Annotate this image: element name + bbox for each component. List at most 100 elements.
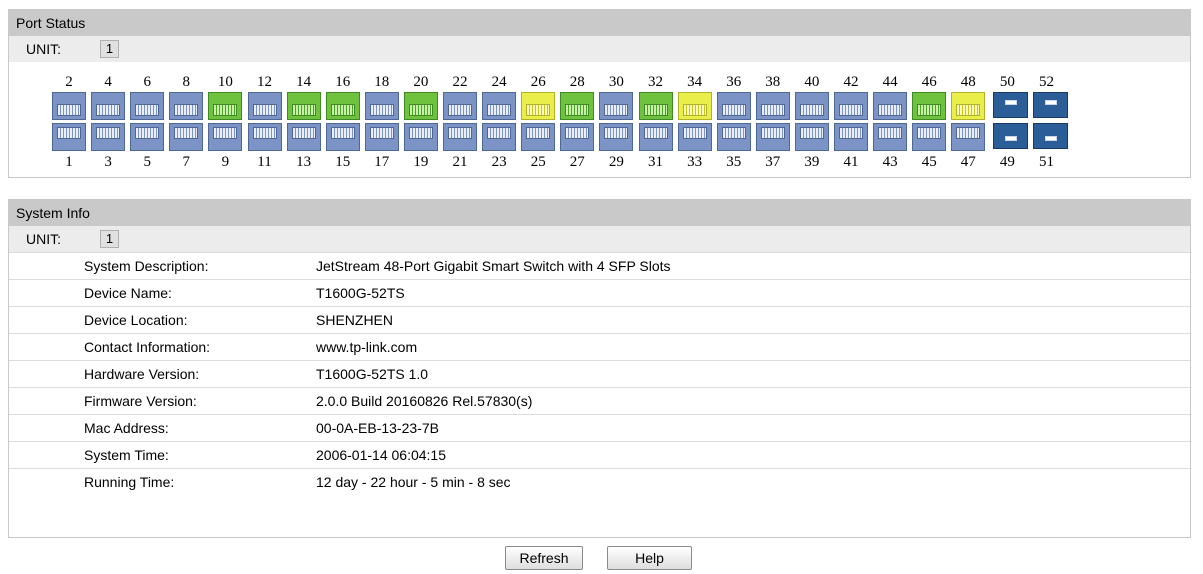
port-status-title: Port Status (9, 10, 1190, 36)
info-label: Running Time: (84, 474, 175, 490)
ethernet-port-23[interactable] (482, 123, 517, 151)
port-number-label: 26 (530, 74, 546, 90)
ethernet-port-18[interactable] (364, 92, 399, 120)
ethernet-port-38[interactable] (755, 92, 790, 120)
ethernet-port-41[interactable] (834, 123, 868, 151)
ethernet-port-15[interactable] (325, 123, 360, 151)
sfp-port-51[interactable] (1032, 123, 1068, 149)
ethernet-port-8[interactable] (169, 92, 204, 120)
rj45-jack-icon (956, 127, 981, 139)
port-number-label: 50 (999, 74, 1015, 90)
port-number-label: 7 (182, 154, 191, 170)
ethernet-port-4[interactable] (91, 92, 126, 120)
port-status-panel: Port Status UNIT: 1 2 4 6 8 10 12 14 16 18 20 22 24… (8, 9, 1191, 178)
info-value: 2.0.0 Build 20160826 Rel.57830(s) (316, 393, 533, 409)
ethernet-port-30[interactable] (599, 92, 634, 120)
rj45-jack-icon (721, 127, 746, 139)
port-number-label: 47 (960, 154, 976, 170)
ethernet-port-36[interactable] (716, 92, 751, 120)
rj45-jack-icon (135, 127, 160, 139)
ethernet-port-39[interactable] (794, 123, 829, 151)
rj45-jack-icon (682, 127, 707, 139)
system-info-panel: System Info UNIT: 1 System Description: J… (8, 199, 1191, 538)
port-number-label: 20 (413, 74, 429, 90)
info-label: Contact Information: (84, 339, 211, 355)
sfp-port-50[interactable] (993, 92, 1029, 118)
ethernet-port-14[interactable] (286, 92, 321, 120)
refresh-button[interactable]: Refresh (505, 546, 583, 570)
unit-select-button[interactable]: 1 (100, 40, 119, 58)
rj45-jack-icon (330, 127, 355, 139)
ethernet-port-5[interactable] (130, 123, 165, 151)
ethernet-port-6[interactable] (130, 92, 165, 120)
rj45-jack-icon (291, 104, 316, 116)
rj45-jack-icon (604, 104, 629, 116)
ethernet-port-1[interactable] (52, 123, 86, 151)
ethernet-port-43[interactable] (873, 123, 908, 151)
ethernet-port-35[interactable] (716, 123, 751, 151)
ethernet-port-24[interactable] (482, 92, 517, 120)
system-info-table: System Description: JetStream 48-Port Gig… (9, 252, 1190, 495)
info-row: Running Time: 12 day - 22 hour - 5 min - … (9, 468, 1190, 495)
ethernet-port-2[interactable] (52, 92, 86, 120)
help-button[interactable]: Help (607, 546, 692, 570)
ethernet-port-3[interactable] (91, 123, 126, 151)
ethernet-port-42[interactable] (834, 92, 868, 120)
rj45-jack-icon (96, 127, 121, 139)
sfp-port-49[interactable] (993, 123, 1029, 149)
ethernet-port-31[interactable] (638, 123, 673, 151)
ethernet-port-19[interactable] (403, 123, 438, 151)
rj45-jack-icon (448, 127, 472, 139)
port-number-label: 49 (999, 154, 1015, 170)
port-number-label: 24 (491, 74, 507, 90)
ethernet-port-29[interactable] (599, 123, 634, 151)
rj45-jack-icon (487, 104, 512, 116)
ethernet-port-47[interactable] (951, 123, 986, 151)
rj45-jack-icon (487, 127, 512, 139)
rj45-jack-icon (135, 104, 160, 116)
ethernet-port-48[interactable] (951, 92, 986, 120)
ethernet-port-44[interactable] (873, 92, 908, 120)
ethernet-port-32[interactable] (638, 92, 673, 120)
port-number-label: 46 (921, 74, 937, 90)
rj45-jack-icon (878, 127, 903, 139)
sfp-port-52[interactable] (1032, 92, 1068, 118)
rj45-jack-icon (878, 104, 903, 116)
port-number-label: 31 (648, 154, 663, 170)
ethernet-port-10[interactable] (208, 92, 243, 120)
ethernet-port-16[interactable] (325, 92, 360, 120)
rj45-jack-icon (526, 127, 551, 139)
ethernet-port-9[interactable] (208, 123, 243, 151)
unit-select-button[interactable]: 1 (100, 230, 119, 248)
rj45-jack-icon (956, 104, 981, 116)
ethernet-port-28[interactable] (560, 92, 595, 120)
rj45-jack-icon (252, 127, 277, 139)
ethernet-port-22[interactable] (443, 92, 477, 120)
ethernet-port-13[interactable] (286, 123, 321, 151)
ethernet-port-33[interactable] (677, 123, 712, 151)
ethernet-port-7[interactable] (169, 123, 204, 151)
port-number-label: 30 (608, 74, 624, 90)
ethernet-port-11[interactable] (247, 123, 282, 151)
port-status-unit-row: UNIT: 1 (9, 36, 1190, 62)
ethernet-port-12[interactable] (247, 92, 282, 120)
ethernet-port-37[interactable] (755, 123, 790, 151)
ethernet-port-17[interactable] (364, 123, 399, 151)
info-label: Device Location: (84, 312, 188, 328)
ethernet-port-21[interactable] (443, 123, 477, 151)
ethernet-port-40[interactable] (794, 92, 829, 120)
port-number-label: 48 (960, 74, 976, 90)
ethernet-port-27[interactable] (560, 123, 595, 151)
info-row: Contact Information: www.tp-link.com (9, 333, 1190, 360)
rj45-jack-icon (213, 104, 238, 116)
ethernet-port-26[interactable] (521, 92, 556, 120)
ethernet-port-25[interactable] (521, 123, 556, 151)
ethernet-port-34[interactable] (677, 92, 712, 120)
info-row: Device Location: SHENZHEN (9, 306, 1190, 333)
ethernet-port-20[interactable] (403, 92, 438, 120)
port-number-label: 21 (452, 154, 468, 170)
rj45-jack-icon (839, 127, 863, 139)
rj45-jack-icon (291, 127, 316, 139)
ethernet-port-45[interactable] (912, 123, 947, 151)
ethernet-port-46[interactable] (912, 92, 947, 120)
